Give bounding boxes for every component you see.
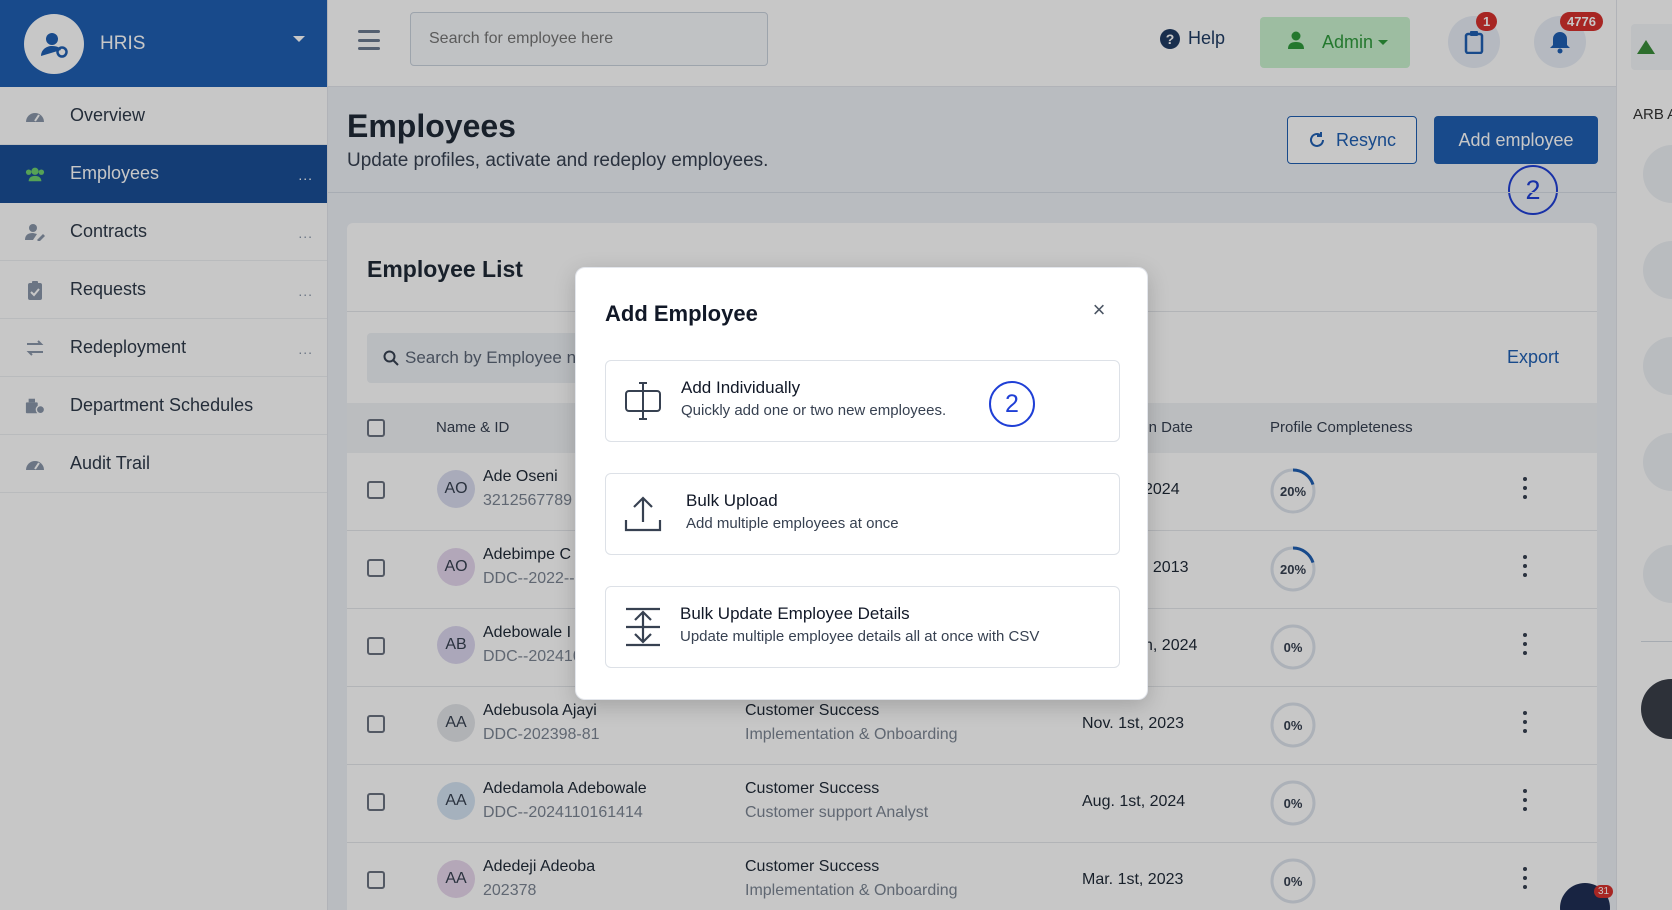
close-icon[interactable]: × [1087, 298, 1111, 322]
add-individually-option[interactable]: Add Individually Quickly add one or two … [605, 360, 1120, 442]
option-title: Add Individually [681, 378, 801, 397]
option-title: Bulk Update Employee Details [680, 604, 910, 623]
option-title: Bulk Upload [686, 491, 778, 510]
step-marker: 2 [989, 381, 1035, 427]
bulk-upload-option[interactable]: Bulk Upload Add multiple employees at on… [605, 473, 1120, 555]
add-employee-modal: Add Employee × Add Individually Quickly … [575, 267, 1148, 700]
option-description: Add multiple employees at once [686, 515, 899, 532]
option-description: Quickly add one or two new employees. [681, 402, 947, 419]
expand-vertical-icon [626, 607, 660, 647]
text-cursor-icon [625, 382, 661, 420]
modal-title: Add Employee [605, 301, 758, 326]
option-description: Update multiple employee details all at … [680, 628, 1040, 645]
upload-icon [624, 496, 662, 532]
bulk-update-option[interactable]: Bulk Update Employee Details Update mult… [605, 586, 1120, 668]
